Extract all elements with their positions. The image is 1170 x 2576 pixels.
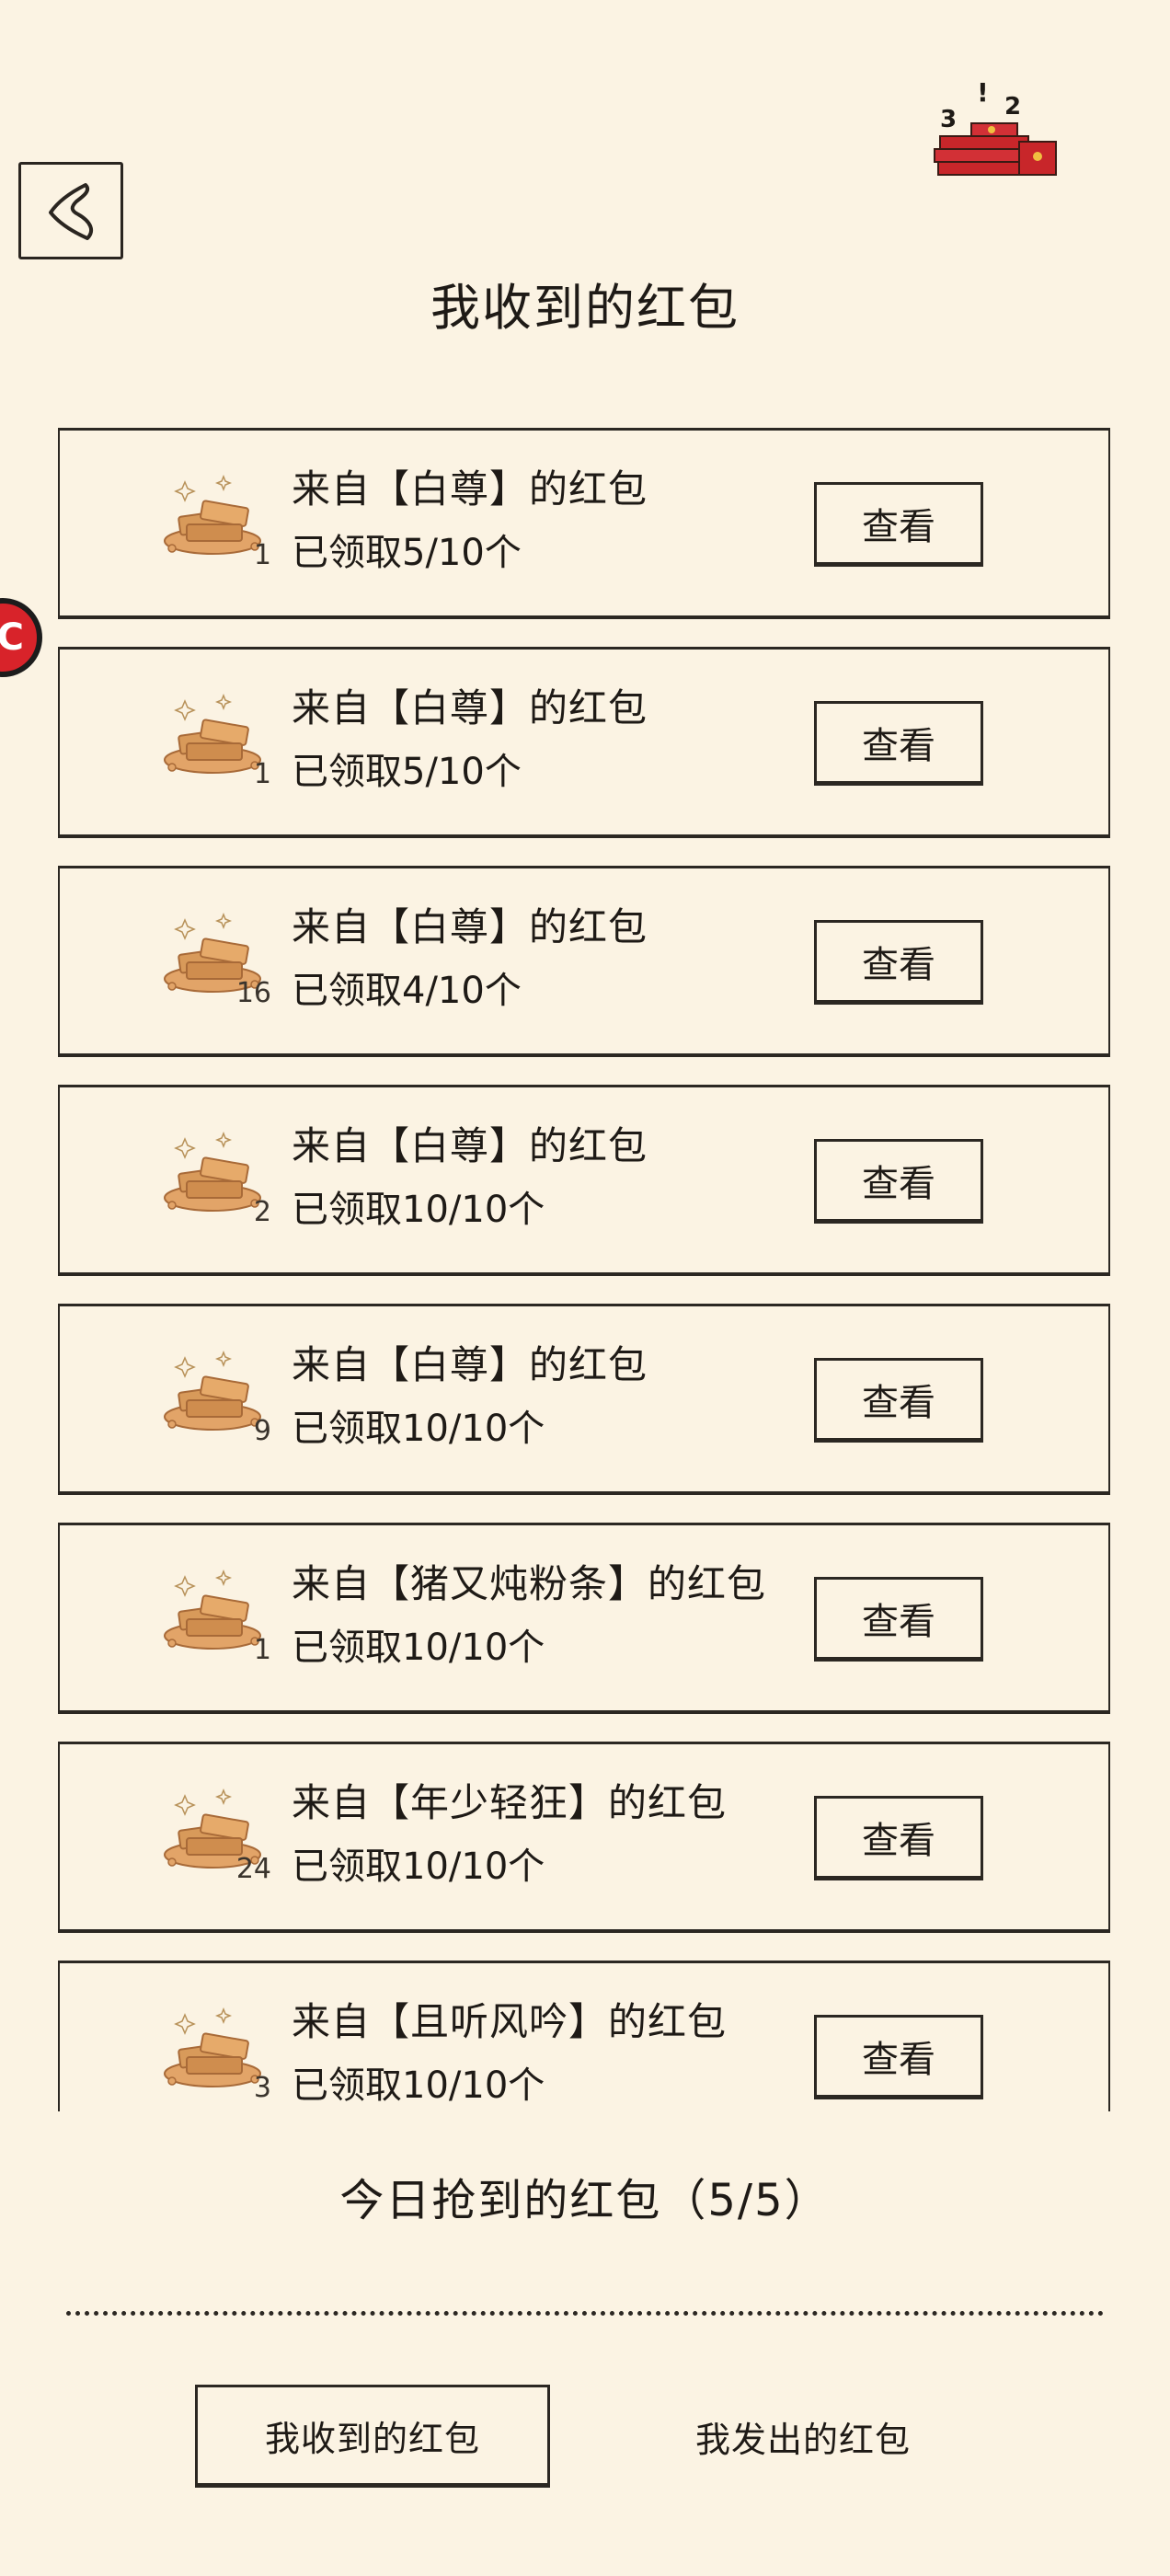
view-button[interactable]: 查看 <box>814 1358 983 1443</box>
envelope-sender-title: 来自【白尊】的红包 <box>292 1342 648 1387</box>
envelope-card: 2 来自【白尊】的红包 已领取10/10个 查看 <box>58 1085 1110 1276</box>
envelope-sender-title: 来自【且听风吟】的红包 <box>292 1999 728 2044</box>
view-button[interactable]: 查看 <box>814 1139 983 1224</box>
decoration-mark-2: 2 <box>1004 93 1021 121</box>
claim-progress: 已领取10/10个 <box>292 1408 545 1450</box>
envelope-card: 1 来自【猪又炖粉条】的红包 已领取10/10个 查看 <box>58 1523 1110 1714</box>
claim-progress: 已领取4/10个 <box>292 970 522 1012</box>
decoration-mark-exclaim: ! <box>977 77 989 108</box>
claim-progress: 已领取5/10个 <box>292 532 522 574</box>
envelope-sender-title: 来自【白尊】的红包 <box>292 1123 648 1168</box>
red-envelope-stack-icon: 3 ! 2 <box>931 74 1061 184</box>
tab-received-envelopes[interactable]: 我收到的红包 <box>195 2385 550 2488</box>
view-button[interactable]: 查看 <box>814 2015 983 2099</box>
envelope-card: 16 来自【白尊】的红包 已领取4/10个 查看 <box>58 866 1110 1057</box>
today-grabbed-count: 今日抢到的红包（5/5） <box>339 2175 831 2226</box>
gold-count: 2 <box>253 1196 271 1228</box>
page-title: 我收到的红包 <box>430 279 740 337</box>
gold-count: 16 <box>235 977 271 1009</box>
envelope-sender-title: 来自【猪又炖粉条】的红包 <box>292 1561 767 1606</box>
envelope-card: 9 来自【白尊】的红包 已领取10/10个 查看 <box>58 1304 1110 1495</box>
envelope-card: 1 来自【白尊】的红包 已领取5/10个 查看 <box>58 647 1110 838</box>
gold-count: 9 <box>253 1415 271 1447</box>
view-button[interactable]: 查看 <box>814 1577 983 1662</box>
view-button[interactable]: 查看 <box>814 1796 983 1880</box>
envelope-sender-title: 来自【白尊】的红包 <box>292 904 648 949</box>
view-button[interactable]: 查看 <box>814 701 983 786</box>
claim-progress: 已领取10/10个 <box>292 2064 545 2107</box>
view-button[interactable]: 查看 <box>814 920 983 1005</box>
envelope-sender-title: 来自【白尊】的红包 <box>292 685 648 730</box>
envelope-sender-title: 来自【年少轻狂】的红包 <box>292 1780 728 1825</box>
gold-count: 24 <box>235 1853 271 1885</box>
claim-progress: 已领取10/10个 <box>292 1846 545 1888</box>
view-button[interactable]: 查看 <box>814 482 983 567</box>
tab-sent-envelopes[interactable]: 我发出的红包 <box>625 2385 981 2488</box>
envelope-sender-title: 来自【白尊】的红包 <box>292 466 648 512</box>
claim-progress: 已领取10/10个 <box>292 1189 545 1231</box>
decoration-mark-3: 3 <box>940 106 957 133</box>
gold-count: 3 <box>253 2072 271 2104</box>
divider <box>66 2311 1104 2316</box>
envelope-card: 3 来自【且听风吟】的红包 已领取10/10个 查看 <box>58 1961 1110 2111</box>
envelope-list[interactable]: 1 来自【白尊】的红包 已领取5/10个 查看 1 来自【白尊】的红包 已领取5… <box>0 419 1170 2111</box>
claim-progress: 已领取10/10个 <box>292 1627 545 1669</box>
gold-count: 1 <box>253 758 271 790</box>
gold-count: 1 <box>253 539 271 571</box>
envelope-card: 24 来自【年少轻狂】的红包 已领取10/10个 查看 <box>58 1742 1110 1933</box>
envelope-card: 1 来自【白尊】的红包 已领取5/10个 查看 <box>58 428 1110 619</box>
gold-count: 1 <box>253 1634 271 1666</box>
claim-progress: 已领取5/10个 <box>292 751 522 793</box>
chevron-left-icon <box>49 183 94 240</box>
back-button[interactable] <box>18 162 123 259</box>
